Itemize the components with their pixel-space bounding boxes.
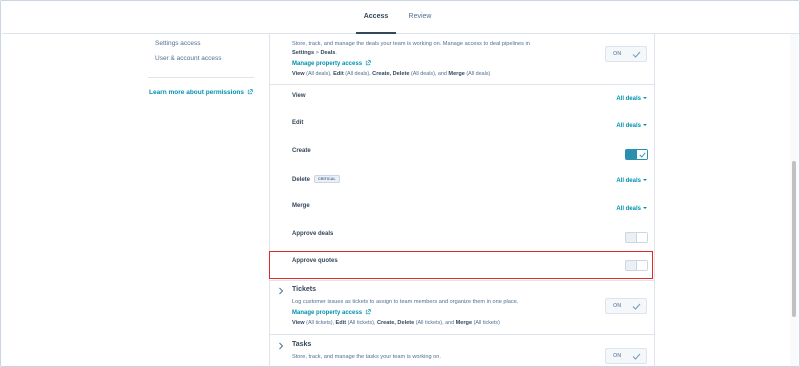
permission-label-view: View [292,93,306,99]
summary-merge: Merge [448,71,465,77]
permission-label-delete: Delete CRITICAL [292,175,340,183]
toggle-knob [636,233,647,242]
scrollbar-thumb[interactable] [792,161,796,317]
permissions-panel: Store, track, and manage the deals your … [269,34,655,366]
check-icon [632,353,641,360]
tasks-on-toggle[interactable]: ON [605,348,647,364]
section-divider [270,334,654,335]
merge-scope-dropdown[interactable]: All deals [616,206,647,212]
delete-scope-value: All deals [616,178,641,184]
deals-on-toggle[interactable]: ON [605,46,647,62]
summary-and: and [437,71,447,77]
learn-more-label: Learn more about permissions [149,89,244,96]
delete-label: Delete [292,177,311,183]
summary-view: View [292,71,305,77]
permission-label-approve-quotes: Approve quotes [292,258,338,264]
tickets-title[interactable]: Tickets [292,286,316,293]
section-divider [270,84,654,85]
tickets-permission-summary: View (All tickets), Edit (All tickets), … [292,320,500,326]
toggle-knob [636,150,647,159]
external-link-icon [247,89,253,95]
tickets-description: Log customer issues as tickets to assign… [292,299,519,305]
check-icon [639,152,646,158]
critical-badge: CRITICAL [314,175,340,183]
check-icon [632,303,641,310]
nav-item-user-account-access[interactable]: User & account access [155,55,221,62]
summary-delete-scope: (All tickets), [415,320,444,326]
summary-create: Create, [376,320,396,326]
deals-manage-property-access[interactable]: Manage property access [292,60,371,67]
view-scope-dropdown[interactable]: All deals [616,96,647,102]
summary-merge: Merge [455,320,473,326]
summary-edit: Edit [335,320,347,326]
summary-delete-scope: (All deals), [410,71,437,77]
tab-bar: Access Review [2,1,799,34]
app-window: Access Review Settings access User & acc… [0,0,800,367]
summary-merge-scope: (All tickets) [473,320,500,326]
delete-scope-dropdown[interactable]: All deals [616,178,647,184]
summary-edit-scope: (All deals), [345,71,371,77]
summary-delete: Delete [397,320,415,326]
view-scope-value: All deals [616,96,641,102]
tab-review[interactable]: Review [400,13,440,34]
tickets-on-toggle[interactable]: ON [605,298,647,314]
approve-deals-toggle[interactable] [625,232,648,243]
summary-and: and [445,320,455,326]
chevron-right-icon[interactable] [278,342,284,350]
chevron-down-icon [643,179,647,181]
manage-property-access-label: Manage property access [292,310,363,316]
summary-delete: Delete [392,71,410,77]
permission-label-create: Create [292,148,311,154]
approve-quotes-toggle[interactable] [625,260,648,271]
summary-view-scope: (All tickets), [306,320,335,326]
external-link-icon [365,309,371,315]
section-divider [270,280,654,281]
tasks-title[interactable]: Tasks [292,341,311,348]
tickets-manage-property-access[interactable]: Manage property access [292,309,371,316]
merge-scope-value: All deals [616,206,641,212]
on-label: ON [613,353,622,359]
deals-permission-summary: View (All deals), Edit (All deals), Crea… [292,71,490,77]
summary-view: View [292,320,305,326]
toggle-knob [636,261,647,270]
learn-more-link[interactable]: Learn more about permissions [149,89,253,96]
summary-merge-scope: (All deals) [466,71,491,77]
deals-description-text: Store, track, and manage the deals your … [292,41,530,47]
nav-item-settings-access[interactable]: Settings access [155,40,201,47]
deals-description: Store, track, and manage the deals your … [292,41,530,47]
description-period: . [335,50,337,56]
chevron-down-icon [643,124,647,126]
chevron-down-icon [643,207,647,209]
tab-access[interactable]: Access [356,13,396,34]
external-link-icon [365,60,371,66]
nav-divider [148,77,254,78]
summary-edit-scope: (All tickets), [347,320,376,326]
permission-label-edit: Edit [292,120,304,126]
settings-link[interactable]: Settings [292,50,314,56]
edit-scope-value: All deals [616,123,641,129]
create-toggle[interactable] [625,149,648,160]
manage-property-access-label: Manage property access [292,61,363,67]
permission-label-approve-deals: Approve deals [292,231,334,237]
deals-link[interactable]: Deals [320,50,335,56]
tasks-description: Store, track, and manage the tasks your … [292,354,441,360]
permission-label-merge: Merge [292,203,310,209]
chevron-right-icon[interactable] [278,287,284,295]
on-label: ON [613,51,622,57]
chevron-down-icon [643,97,647,99]
left-nav: Settings access User & account access Le… [148,34,256,366]
summary-create: Create, [372,71,392,77]
summary-view-scope: (All deals), [306,71,332,77]
edit-scope-dropdown[interactable]: All deals [616,123,647,129]
summary-edit: Edit [333,71,344,77]
on-label: ON [613,303,622,309]
check-icon [632,51,641,58]
deals-description-line2: Settings > Deals. [292,50,337,56]
